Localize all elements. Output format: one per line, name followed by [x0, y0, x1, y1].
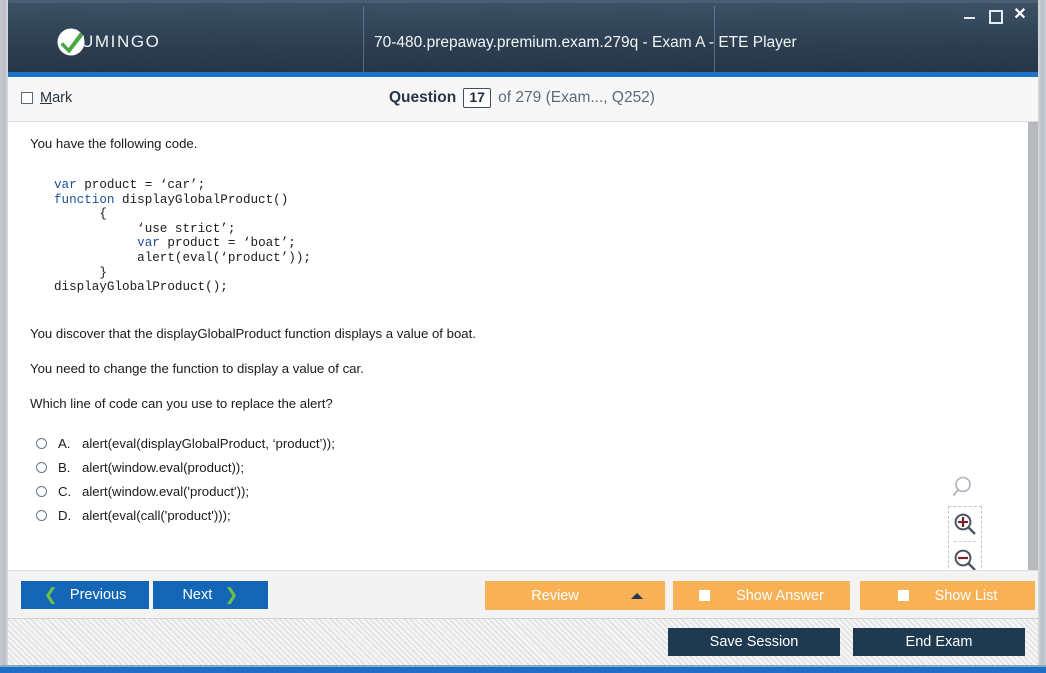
code-text: {	[54, 207, 107, 222]
mark-checkbox[interactable]	[21, 92, 33, 104]
paragraph-2: You discover that the displayGlobalProdu…	[30, 325, 476, 341]
answer-letter: C.	[58, 484, 72, 500]
zoom-out-icon[interactable]	[952, 547, 978, 570]
show-list-label: Show List	[934, 587, 998, 604]
action-bar: ❮ Previous Next ❯ Review Show Answer Sho…	[8, 570, 1038, 618]
answer-options-list: A. alert(eval(displayGlobalProduct, ‘prod…	[36, 432, 1010, 528]
chevron-up-icon	[631, 593, 643, 599]
answer-radio[interactable]	[36, 510, 47, 522]
show-answer-label: Show Answer	[736, 587, 824, 604]
window-frame-left	[0, 0, 8, 673]
square-icon	[699, 590, 711, 601]
code-text: alert(eval(‘product’));	[54, 250, 311, 265]
minimize-icon[interactable]	[962, 7, 978, 23]
answer-option[interactable]: C. alert(window.eval('product'));	[36, 480, 1010, 504]
code-line: ‘use strict’;	[54, 222, 1010, 237]
brand-name: UMINGO	[81, 32, 161, 51]
window-controls: ✕	[962, 7, 1028, 24]
code-text: ‘use strict’;	[54, 221, 236, 236]
answer-letter: D.	[58, 508, 72, 524]
code-line: function displayGlobalProduct()	[54, 193, 1010, 208]
close-icon[interactable]: ✕	[1012, 7, 1028, 23]
vumingo-check-icon	[54, 25, 88, 59]
question-word: Question	[389, 89, 457, 106]
code-line: var product = ‘boat’;	[54, 236, 1010, 251]
title-divider-left	[363, 6, 364, 79]
answer-text: alert(eval(call('product')));	[82, 508, 231, 524]
question-content-pane: You have the following code. var product…	[8, 122, 1038, 570]
question-header: Mark Question 17 of 279 (Exam..., Q252)	[8, 77, 1038, 122]
review-button[interactable]: Review	[485, 581, 665, 610]
title-bar: UMINGO 70-480.prepaway.premium.exam.279q…	[8, 0, 1038, 79]
code-keyword: var	[54, 178, 77, 192]
chevron-left-icon: ❮	[43, 585, 58, 604]
window-frame-right	[1038, 0, 1046, 673]
code-text: product = ‘boat’;	[159, 236, 296, 251]
mark-label-rest: ark	[52, 90, 73, 106]
answer-text: alert(window.eval(product));	[82, 460, 244, 476]
intro-text: You have the following code.	[30, 136, 198, 151]
code-keyword: var	[137, 236, 160, 251]
mark-accel-key: M	[40, 90, 53, 106]
question-counter: Question 17 of 279 (Exam..., Q252)	[389, 88, 655, 108]
answer-radio[interactable]	[36, 462, 47, 474]
code-keyword: function	[54, 192, 115, 207]
answer-text: alert(eval(displayGlobalProduct, ‘produc…	[82, 436, 335, 452]
show-answer-button[interactable]: Show Answer	[673, 581, 850, 610]
code-line: {	[54, 207, 1010, 222]
window-title: 70-480.prepaway.premium.exam.279q - Exam…	[374, 34, 797, 51]
code-snippet: var product = ‘car’; function displayGlob…	[54, 178, 1010, 295]
review-button-label: Review	[531, 587, 579, 604]
zoom-separator	[954, 541, 976, 543]
maximize-icon[interactable]	[987, 7, 1003, 24]
end-exam-button[interactable]: End Exam	[853, 628, 1025, 656]
code-line: }	[54, 266, 1010, 281]
zoom-tools-panel	[948, 474, 982, 570]
zoom-in-icon[interactable]	[952, 511, 978, 537]
answer-option[interactable]: A. alert(eval(displayGlobalProduct, ‘prod…	[36, 432, 1010, 456]
ete-player-window: UMINGO 70-480.prepaway.premium.exam.279q…	[0, 0, 1046, 673]
save-session-button[interactable]: Save Session	[668, 628, 840, 656]
window-frame-bottom	[0, 667, 1046, 673]
magnifier-icon[interactable]	[952, 474, 978, 500]
answer-text: alert(window.eval('product'));	[82, 484, 250, 500]
previous-button[interactable]: ❮ Previous	[21, 581, 149, 609]
mark-checkbox-group[interactable]: Mark	[21, 90, 72, 106]
paragraph-4: Which line of code can you use to replac…	[30, 395, 333, 411]
code-text: product = ‘car’;	[76, 178, 206, 192]
paragraph-3: You need to change the function to displ…	[30, 360, 364, 376]
code-text: displayGlobalProduct()	[114, 192, 289, 207]
next-button[interactable]: Next ❯	[153, 581, 268, 609]
code-line: alert(eval(‘product’));	[54, 251, 1010, 266]
answer-radio[interactable]	[36, 438, 47, 450]
code-line: displayGlobalProduct();	[54, 280, 1010, 295]
answer-letter: A.	[58, 436, 71, 452]
next-button-label: Next	[182, 587, 213, 603]
code-line: var product = ‘car’;	[54, 178, 1010, 193]
mark-label: Mark	[40, 90, 72, 106]
answer-option[interactable]: D. alert(eval(call('product')));	[36, 504, 1010, 528]
answer-radio[interactable]	[36, 486, 47, 498]
chevron-right-icon: ❯	[224, 585, 239, 604]
answer-letter: B.	[58, 460, 71, 476]
code-text: displayGlobalProduct();	[54, 280, 228, 295]
zoom-buttons-group	[948, 506, 982, 570]
square-icon	[897, 590, 909, 601]
brand-logo: UMINGO	[54, 25, 160, 59]
show-list-button[interactable]: Show List	[860, 581, 1035, 610]
question-total-label: of 279 (Exam..., Q252)	[498, 89, 655, 106]
footer-bar: Save Session End Exam	[8, 618, 1038, 665]
code-text: }	[54, 265, 107, 280]
previous-button-label: Previous	[69, 587, 127, 603]
question-number-field[interactable]: 17	[463, 88, 492, 108]
answer-option[interactable]: B. alert(window.eval(product));	[36, 456, 1010, 480]
